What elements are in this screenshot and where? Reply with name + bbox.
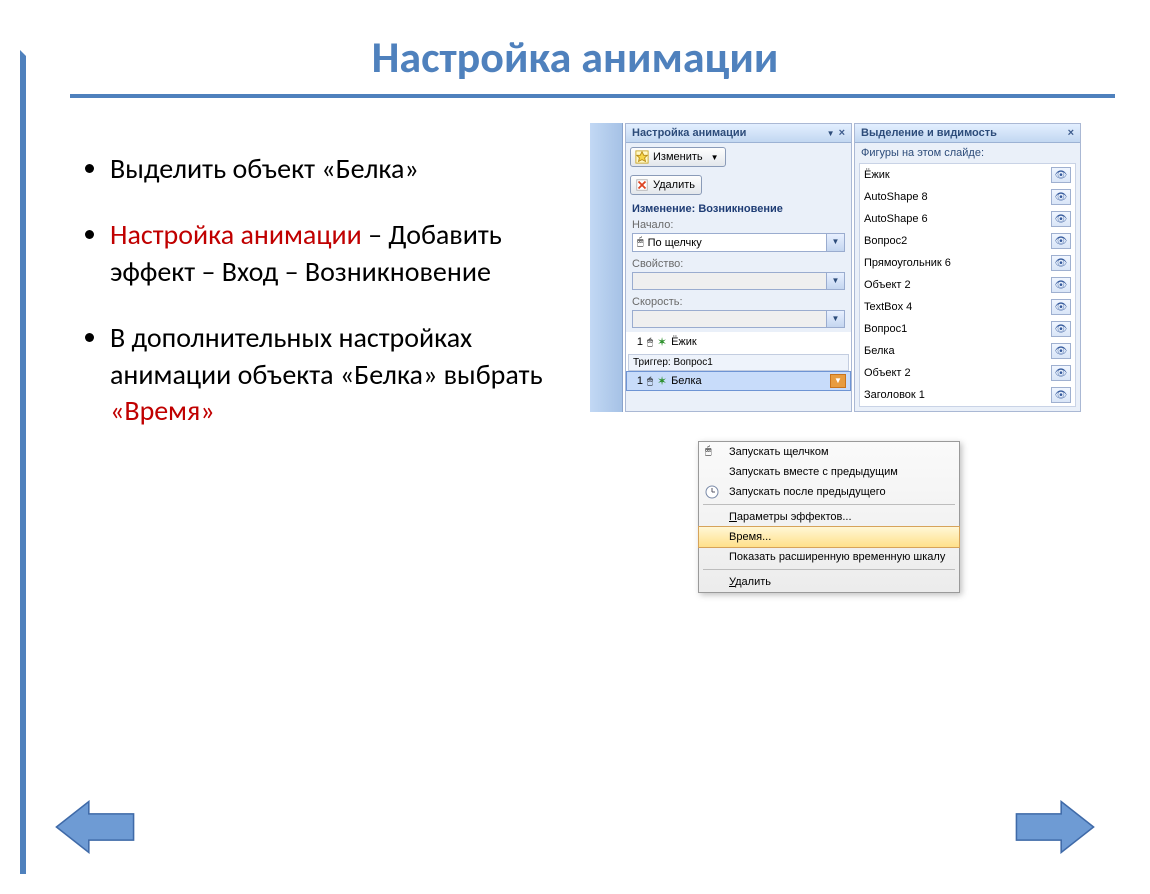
- mouse-icon: 🖱: [705, 445, 719, 459]
- visibility-row[interactable]: AutoShape 8👁: [860, 186, 1075, 208]
- animation-pane: Настройка анимации ▼ × Изменить ▼: [625, 123, 852, 412]
- visibility-row[interactable]: Ёжик👁: [860, 164, 1075, 186]
- visibility-row[interactable]: Объект 2👁: [860, 274, 1075, 296]
- ctx-start-on-click[interactable]: 🖱 Запускать щелчком: [699, 442, 959, 462]
- visibility-row[interactable]: Белка👁: [860, 340, 1075, 362]
- window-strip: [590, 123, 623, 412]
- caret-down-icon: ▼: [711, 153, 719, 162]
- start-combo[interactable]: 🖱По щелчку ▼: [632, 233, 845, 252]
- effect-star-icon: ✶: [657, 374, 667, 388]
- mouse-icon: 🖱: [647, 376, 653, 387]
- start-label: Начало:: [626, 217, 851, 231]
- mouse-icon: 🖱: [637, 236, 644, 249]
- animation-list: 1🖱✶Ёжик Триггер: Вопрос1 1🖱✶Белка ▼: [626, 332, 851, 391]
- screenshot-area: Настройка анимации ▼ × Изменить ▼: [590, 123, 1110, 475]
- menu-separator: [703, 569, 955, 570]
- delete-button[interactable]: Удалить: [630, 175, 702, 195]
- animation-pane-header: Настройка анимации ▼ ×: [626, 124, 851, 143]
- property-combo: ▼: [632, 272, 845, 290]
- visibility-row[interactable]: TextBox 4👁: [860, 296, 1075, 318]
- visibility-pane: Выделение и видимость × Фигуры на этом с…: [854, 123, 1081, 412]
- eye-icon[interactable]: 👁: [1051, 387, 1071, 403]
- clock-icon: [705, 485, 719, 499]
- delete-icon: [635, 178, 649, 192]
- eye-icon[interactable]: 👁: [1051, 167, 1071, 183]
- animation-row[interactable]: 1🖱✶Ёжик: [626, 332, 851, 352]
- ctx-start-after-previous[interactable]: Запускать после предыдущего: [699, 482, 959, 502]
- close-icon[interactable]: ×: [839, 127, 845, 139]
- change-button[interactable]: Изменить ▼: [630, 147, 726, 167]
- animation-row-selected[interactable]: 1🖱✶Белка ▼: [626, 371, 851, 391]
- context-menu: 🖱 Запускать щелчком Запускать вместе с п…: [698, 441, 960, 593]
- eye-icon[interactable]: 👁: [1051, 211, 1071, 227]
- property-label: Свойство:: [626, 256, 851, 270]
- visibility-row[interactable]: Вопрос2👁: [860, 230, 1075, 252]
- menu-separator: [703, 504, 955, 505]
- ctx-timing[interactable]: Время...: [698, 526, 960, 548]
- eye-icon[interactable]: 👁: [1051, 277, 1071, 293]
- combo-dropdown-icon: ▼: [826, 273, 844, 289]
- visibility-list: Ёжик👁 AutoShape 8👁 AutoShape 6👁 Вопрос2👁…: [859, 163, 1076, 407]
- trigger-row: Триггер: Вопрос1: [628, 354, 849, 371]
- visibility-row[interactable]: Объект 2👁: [860, 362, 1075, 384]
- change-section-label: Изменение: Возникновение: [626, 199, 851, 217]
- speed-combo: ▼: [632, 310, 845, 328]
- eye-icon[interactable]: 👁: [1051, 255, 1071, 271]
- visibility-row[interactable]: Вопрос1👁: [860, 318, 1075, 340]
- visibility-heading: Фигуры на этом слайде:: [855, 143, 1080, 163]
- visibility-pane-title: Выделение и видимость: [861, 127, 997, 139]
- animation-pane-title: Настройка анимации: [632, 127, 746, 139]
- ctx-start-with-previous[interactable]: Запускать вместе с предыдущим: [699, 462, 959, 482]
- prev-arrow[interactable]: [55, 800, 135, 854]
- eye-icon[interactable]: 👁: [1051, 233, 1071, 249]
- eye-icon[interactable]: 👁: [1051, 299, 1071, 315]
- visibility-pane-header: Выделение и видимость ×: [855, 124, 1080, 143]
- eye-icon[interactable]: 👁: [1051, 321, 1071, 337]
- speed-label: Скорость:: [626, 294, 851, 308]
- combo-dropdown-icon: ▼: [826, 311, 844, 327]
- star-icon: [635, 150, 649, 164]
- visibility-row[interactable]: Прямоугольник 6👁: [860, 252, 1075, 274]
- ctx-show-timeline[interactable]: Показать расширенную временную шкалу: [699, 547, 959, 567]
- mouse-icon: 🖱: [647, 337, 653, 348]
- eye-icon[interactable]: 👁: [1051, 365, 1071, 381]
- eye-icon[interactable]: 👁: [1051, 189, 1071, 205]
- eye-icon[interactable]: 👁: [1051, 343, 1071, 359]
- effect-star-icon: ✶: [657, 335, 667, 349]
- row-dropdown-icon[interactable]: ▼: [830, 374, 846, 388]
- dropdown-icon[interactable]: ▼: [827, 129, 835, 138]
- ctx-effect-options[interactable]: Параметры эффектов...: [699, 507, 959, 527]
- combo-dropdown-icon[interactable]: ▼: [826, 234, 844, 251]
- visibility-row[interactable]: AutoShape 6👁: [860, 208, 1075, 230]
- next-arrow[interactable]: [1015, 800, 1095, 854]
- ctx-delete[interactable]: Удалить: [699, 572, 959, 592]
- visibility-row[interactable]: Заголовок 1👁: [860, 384, 1075, 406]
- close-icon[interactable]: ×: [1068, 127, 1074, 139]
